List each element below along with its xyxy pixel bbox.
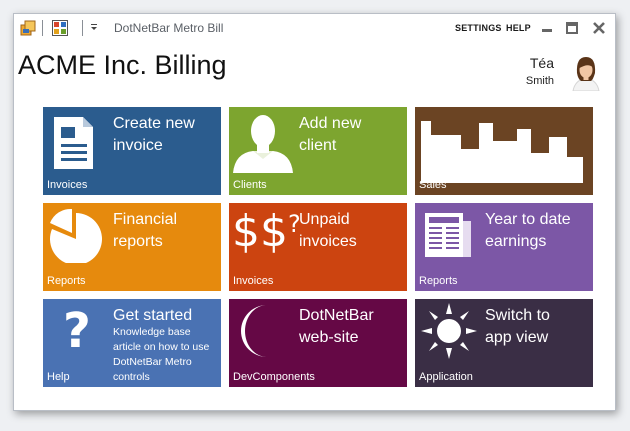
tile-year-to-date-earnings[interactable]: Year to date earnings Reports: [415, 203, 593, 291]
tile-label: Reports: [419, 275, 458, 287]
close-icon[interactable]: [592, 21, 606, 35]
toolbar-separator: [42, 20, 43, 36]
tile-label: Application: [419, 371, 473, 383]
tile-title: Get started: [113, 307, 193, 324]
sales-chart-icon: [421, 121, 583, 183]
sun-icon: [421, 303, 477, 359]
tile-title: Add new client: [299, 115, 362, 154]
settings-link[interactable]: SETTINGS: [455, 23, 502, 33]
grid-view-icon[interactable]: [52, 20, 68, 36]
user-first-name[interactable]: Téa: [530, 55, 554, 71]
toolbar-separator: [82, 20, 83, 36]
tile-label: Help: [47, 371, 70, 383]
newspaper-icon: [425, 213, 471, 257]
tile-switch-app-view[interactable]: Switch to app view Application: [415, 299, 593, 387]
pie-chart-icon: [50, 208, 102, 263]
tile-label: Reports: [47, 275, 86, 287]
tile-add-client[interactable]: Add new client Clients: [229, 107, 407, 195]
window-title: DotNetBar Metro Bill: [114, 21, 224, 35]
help-link[interactable]: HELP: [506, 23, 531, 33]
tile-label: Invoices: [47, 179, 88, 191]
tile-title: DotNetBar web-site: [299, 307, 374, 346]
tile-title: Unpaid invoices: [299, 211, 357, 250]
tile-title: Switch to app view: [485, 307, 550, 346]
tile-create-invoice[interactable]: Create new invoice Invoices: [43, 107, 221, 195]
tile-dotnetbar-website[interactable]: DotNetBar web-site DevComponents: [229, 299, 407, 387]
user-last-name[interactable]: Smith: [526, 75, 554, 87]
tile-description: Knowledge base article on how to use Dot…: [113, 326, 210, 383]
customize-toolbar-icon[interactable]: [89, 20, 99, 36]
tile-label: Clients: [233, 179, 267, 191]
tile-label: Invoices: [233, 275, 274, 287]
tile-title: Year to date earnings: [485, 211, 571, 250]
maximize-icon[interactable]: [565, 21, 579, 35]
app-title: ACME Inc. Billing: [18, 50, 227, 80]
question-mark-icon: ?: [63, 303, 91, 359]
tile-title: Create new invoice: [113, 115, 195, 154]
tile-unpaid-invoices[interactable]: $$? Unpaid invoices Invoices: [229, 203, 407, 291]
tile-financial-reports[interactable]: Financial reports Reports: [43, 203, 221, 291]
tile-title: Financial reports: [113, 211, 178, 250]
crescent-icon: [241, 305, 267, 357]
avatar[interactable]: [567, 53, 605, 91]
document-icon: [54, 117, 93, 169]
app-window: DotNetBar Metro Bill SETTINGS HELP ACME …: [13, 13, 616, 411]
title-bar: DotNetBar Metro Bill SETTINGS HELP: [14, 14, 615, 42]
dollar-icon: $$?: [232, 206, 301, 257]
person-icon: [233, 115, 293, 173]
tile-get-started[interactable]: ? Get started Knowledge base article on …: [43, 299, 221, 387]
tile-sales[interactable]: Sales: [415, 107, 593, 195]
app-menu-icon[interactable]: [20, 20, 36, 36]
minimize-icon[interactable]: [540, 21, 554, 35]
tile-label: DevComponents: [233, 371, 315, 383]
tile-label: Sales: [419, 179, 447, 191]
